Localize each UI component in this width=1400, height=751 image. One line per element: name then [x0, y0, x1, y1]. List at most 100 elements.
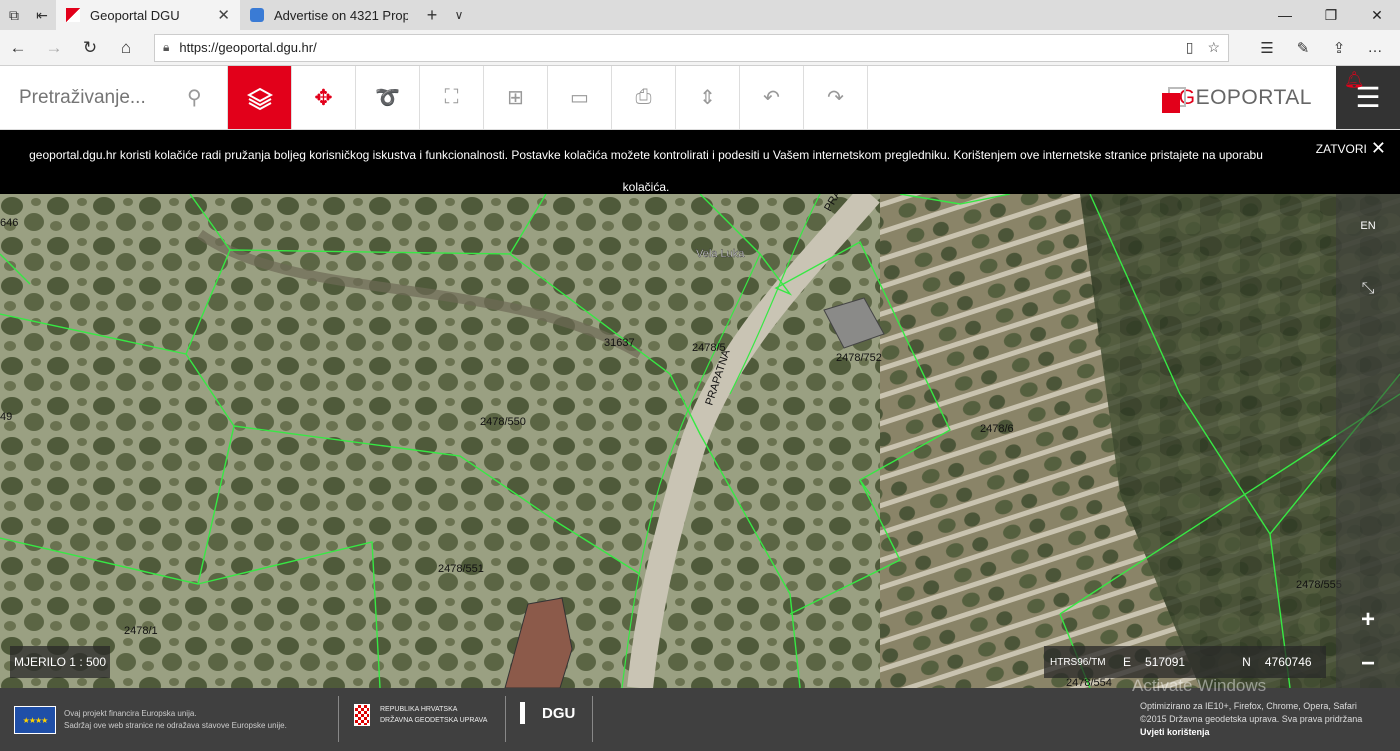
- scale-indicator[interactable]: MJERILO 1 : 500: [10, 646, 110, 678]
- cookie-text-line2: kolačića.: [622, 180, 670, 194]
- print-button[interactable]: ⎙: [612, 66, 676, 129]
- lasso-icon: ➰: [375, 87, 400, 109]
- cookie-close-button[interactable]: ZATVORI ✕: [1316, 138, 1386, 159]
- property-favicon-icon: [250, 8, 264, 22]
- pan-button[interactable]: ✥: [292, 66, 356, 129]
- easting-value: 517091: [1145, 655, 1186, 669]
- map-label: 31637: [604, 337, 635, 349]
- bell-icon[interactable]: 🔔︎: [1344, 70, 1364, 90]
- url-text: https://geoportal.dgu.hr/: [179, 40, 317, 55]
- map-label: 49: [0, 411, 12, 423]
- add-rectangle-icon: ⊞: [507, 87, 524, 109]
- close-tab-icon[interactable]: ✕: [217, 6, 230, 24]
- edit-rectangle-icon: ▭: [570, 87, 589, 109]
- search-box: ⚲: [0, 66, 228, 129]
- add-area-button[interactable]: ⊞: [484, 66, 548, 129]
- logo-text: EOPORTAL: [1195, 85, 1312, 109]
- close-label: ZATVORI: [1315, 141, 1367, 156]
- croatian-coat-of-arms-icon: [354, 704, 370, 726]
- tab-advertise[interactable]: Advertise on 4321 Property: [240, 0, 418, 30]
- redo-icon: ↷: [827, 87, 844, 109]
- redo-button[interactable]: ↷: [804, 66, 868, 129]
- map-label: 646: [0, 217, 18, 229]
- tab-geoportal[interactable]: Geoportal DGU ✕: [56, 0, 240, 30]
- zoom-in-button[interactable]: +: [1336, 606, 1400, 634]
- layers-button[interactable]: [228, 66, 292, 129]
- divider: [592, 696, 593, 742]
- map-label: 2478/555: [1296, 579, 1342, 591]
- map-label: 2478/554: [1066, 677, 1112, 688]
- map-label: 2478/752: [836, 352, 882, 364]
- home-button[interactable]: ⌂: [108, 38, 144, 58]
- aerial-map: 646 Vela Luka PRAPATNA 31637 2478/5 2478…: [0, 194, 1400, 688]
- geoportal-favicon-icon: [66, 8, 80, 22]
- cookie-banner: geoportal.dgu.hr koristi kolačiće radi p…: [0, 130, 1400, 194]
- rh-line1: REPUBLIKA HRVATSKA: [380, 706, 458, 713]
- geoportal-logo[interactable]: GEOPORTAL: [1162, 66, 1312, 129]
- share-icon[interactable]: ⇪: [1321, 39, 1357, 57]
- browser-tab-strip: ⧉ ⇤ Geoportal DGU ✕ Advertise on 4321 Pr…: [0, 0, 1400, 30]
- reading-view-icon[interactable]: ▯: [1186, 39, 1194, 56]
- pen-icon[interactable]: ✎: [1285, 39, 1321, 57]
- move-arrows-icon: ✥: [314, 84, 333, 110]
- browser-support-text: Optimizirano za IE10+, Firefox, Chrome, …: [1140, 701, 1357, 711]
- refresh-button[interactable]: ↻: [72, 38, 108, 58]
- maximize-button[interactable]: ❐: [1308, 0, 1354, 30]
- layers-icon: [246, 87, 273, 110]
- map-side-panel: EN ⤡ + −: [1336, 194, 1400, 688]
- legal-info: Optimizirano za IE10+, Firefox, Chrome, …: [1140, 700, 1362, 739]
- export-button[interactable]: ⇕: [676, 66, 740, 129]
- northing-value: 4760746: [1264, 655, 1312, 669]
- upload-download-icon: ⇕: [699, 87, 716, 109]
- close-window-button[interactable]: ✕: [1354, 0, 1400, 30]
- search-icon[interactable]: ⚲: [187, 85, 202, 110]
- fullscreen-icon: ⛶: [444, 86, 459, 108]
- favorite-star-icon[interactable]: ☆: [1207, 39, 1220, 56]
- eu-notice: Ovaj projekt financira Europska unija. S…: [64, 708, 287, 732]
- collapse-arrows-icon[interactable]: ⤡: [1336, 280, 1400, 298]
- eu-notice-line2: Sadržaj ove web stranice ne odražava sta…: [64, 721, 287, 730]
- full-extent-button[interactable]: ⛶: [420, 66, 484, 129]
- tab-title: Advertise on 4321 Property: [274, 7, 408, 23]
- undo-icon: ↶: [763, 87, 780, 109]
- forward-button[interactable]: →: [36, 38, 72, 58]
- minimize-button[interactable]: —: [1262, 0, 1308, 30]
- crs-label[interactable]: HTRS96/TM: [1050, 657, 1123, 668]
- rh-dgu-logo[interactable]: REPUBLIKA HRVATSKA DRŽAVNA GEODETSKA UPR…: [354, 704, 487, 726]
- url-field[interactable]: 🔒︎ https://geoportal.dgu.hr/ ▯ ☆: [154, 33, 1229, 62]
- geoportal-logo-mark-icon: [1162, 83, 1186, 113]
- coordinate-readout: HTRS96/TM E 517091 N 4760746: [1044, 646, 1326, 678]
- eu-notice-line1: Ovaj projekt financira Europska unija.: [64, 709, 197, 718]
- tab-title: Geoportal DGU: [90, 7, 180, 23]
- close-icon: ✕: [1370, 138, 1386, 158]
- search-input[interactable]: [19, 86, 179, 109]
- cookie-text-line1: geoportal.dgu.hr koristi kolačiće radi p…: [29, 148, 1263, 162]
- lock-icon: 🔒︎: [163, 40, 170, 54]
- address-bar: ← → ↻ ⌂ 🔒︎ https://geoportal.dgu.hr/ ▯ ☆…: [0, 30, 1400, 66]
- more-icon[interactable]: …: [1357, 39, 1393, 57]
- map-label: 2478/1: [124, 625, 158, 637]
- new-tab-button[interactable]: +: [418, 0, 446, 30]
- map-label: 2478/551: [438, 563, 484, 575]
- back-button[interactable]: ←: [0, 38, 36, 58]
- divider: [505, 696, 506, 742]
- undo-button[interactable]: ↶: [740, 66, 804, 129]
- northing-label: N: [1242, 655, 1251, 669]
- edit-area-button[interactable]: ▭: [548, 66, 612, 129]
- tab-actions-icon[interactable]: ⧉: [0, 0, 28, 30]
- dgu-logo-mark-icon: [520, 702, 538, 724]
- language-toggle[interactable]: EN: [1336, 220, 1400, 232]
- tab-list-chevron-icon[interactable]: ∨: [446, 0, 472, 30]
- main-menu-button[interactable]: 🔔︎ ☰: [1336, 66, 1400, 129]
- map-label: Vela Luka: [696, 248, 745, 260]
- set-aside-tabs-icon[interactable]: ⇤: [28, 0, 56, 30]
- map-label: 2478/6: [980, 423, 1014, 435]
- terms-link[interactable]: Uvjeti korištenja: [1140, 726, 1362, 739]
- dgu-logo[interactable]: DGU: [520, 702, 575, 724]
- favorites-hub-icon[interactable]: ☰: [1249, 39, 1285, 57]
- lasso-button[interactable]: ➰: [356, 66, 420, 129]
- eu-flag-icon: ★★★★: [14, 706, 56, 734]
- map-canvas[interactable]: 646 Vela Luka PRAPATNA 31637 2478/5 2478…: [0, 194, 1400, 688]
- zoom-out-button[interactable]: −: [1336, 650, 1400, 678]
- print-icon: ⎙: [635, 86, 652, 108]
